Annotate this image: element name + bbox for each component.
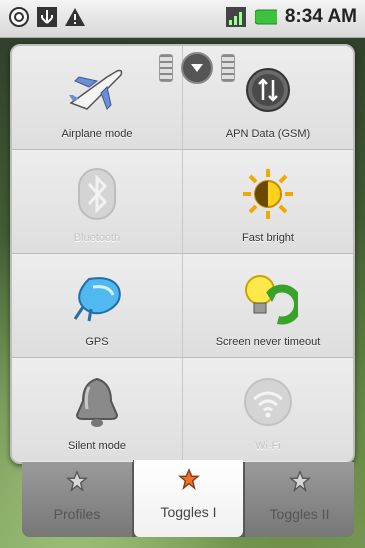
toggle-label: APN Data (GSM) (225, 128, 311, 140)
wifi-icon (238, 372, 298, 432)
signal-icon (225, 6, 247, 28)
toggle-label: Airplane mode (61, 128, 133, 140)
brightness-icon (238, 164, 298, 224)
battery-icon (254, 6, 277, 28)
star-icon (65, 470, 89, 496)
bell-icon (67, 372, 127, 432)
tab-label: Toggles II (269, 506, 330, 522)
chevron-down-icon[interactable] (181, 52, 213, 84)
toggle-label: Bluetooth (73, 232, 121, 244)
apn-data-icon (238, 60, 298, 120)
tab-toggles-2[interactable]: Toggles II (244, 462, 354, 537)
collapse-handle[interactable] (148, 48, 246, 88)
star-icon (288, 470, 311, 496)
row-divider (12, 357, 353, 358)
toggle-fast-bright[interactable]: Fast bright (183, 150, 353, 253)
warning-icon (64, 6, 86, 28)
row-divider (12, 253, 353, 254)
toggle-label: GPS (85, 336, 109, 348)
bulb-refresh-icon (238, 268, 298, 328)
gps-status-icon (8, 6, 30, 28)
gps-satellite-icon (67, 268, 127, 328)
tab-toggles-1[interactable]: Toggles I (133, 460, 243, 537)
toggle-label: Wi-Fi (255, 440, 281, 452)
toggle-label: Fast bright (242, 232, 294, 244)
row-divider (12, 149, 353, 150)
airplane-icon (67, 60, 127, 120)
toggle-silent-mode[interactable]: Silent mode (12, 358, 182, 461)
toggle-widget-panel: Airplane mode APN Data (GSM) Bluetooth F… (10, 44, 355, 464)
tab-profiles[interactable]: Profiles (22, 462, 132, 537)
usb-icon (36, 6, 58, 28)
toggle-label: Silent mode (67, 440, 127, 452)
toggle-grid: Airplane mode APN Data (GSM) Bluetooth F… (12, 46, 353, 462)
grip-right-icon (221, 54, 235, 82)
toggle-gps[interactable]: GPS (12, 254, 182, 357)
status-bar: 8:34 AM (0, 0, 365, 38)
grip-left-icon (159, 54, 173, 82)
tab-label: Toggles I (160, 504, 217, 520)
bluetooth-icon (67, 164, 127, 224)
column-divider (182, 46, 183, 462)
toggle-label: Screen never timeout (215, 336, 321, 348)
tab-bar: Profiles Toggles I Toggles II (22, 460, 354, 537)
status-time: 8:34 AM (284, 6, 357, 27)
toggle-wifi[interactable]: Wi-Fi (183, 358, 353, 461)
tab-label: Profiles (53, 506, 101, 522)
star-icon (177, 468, 200, 494)
toggle-bluetooth[interactable]: Bluetooth (12, 150, 182, 253)
toggle-screen-never-timeout[interactable]: Screen never timeout (183, 254, 353, 357)
